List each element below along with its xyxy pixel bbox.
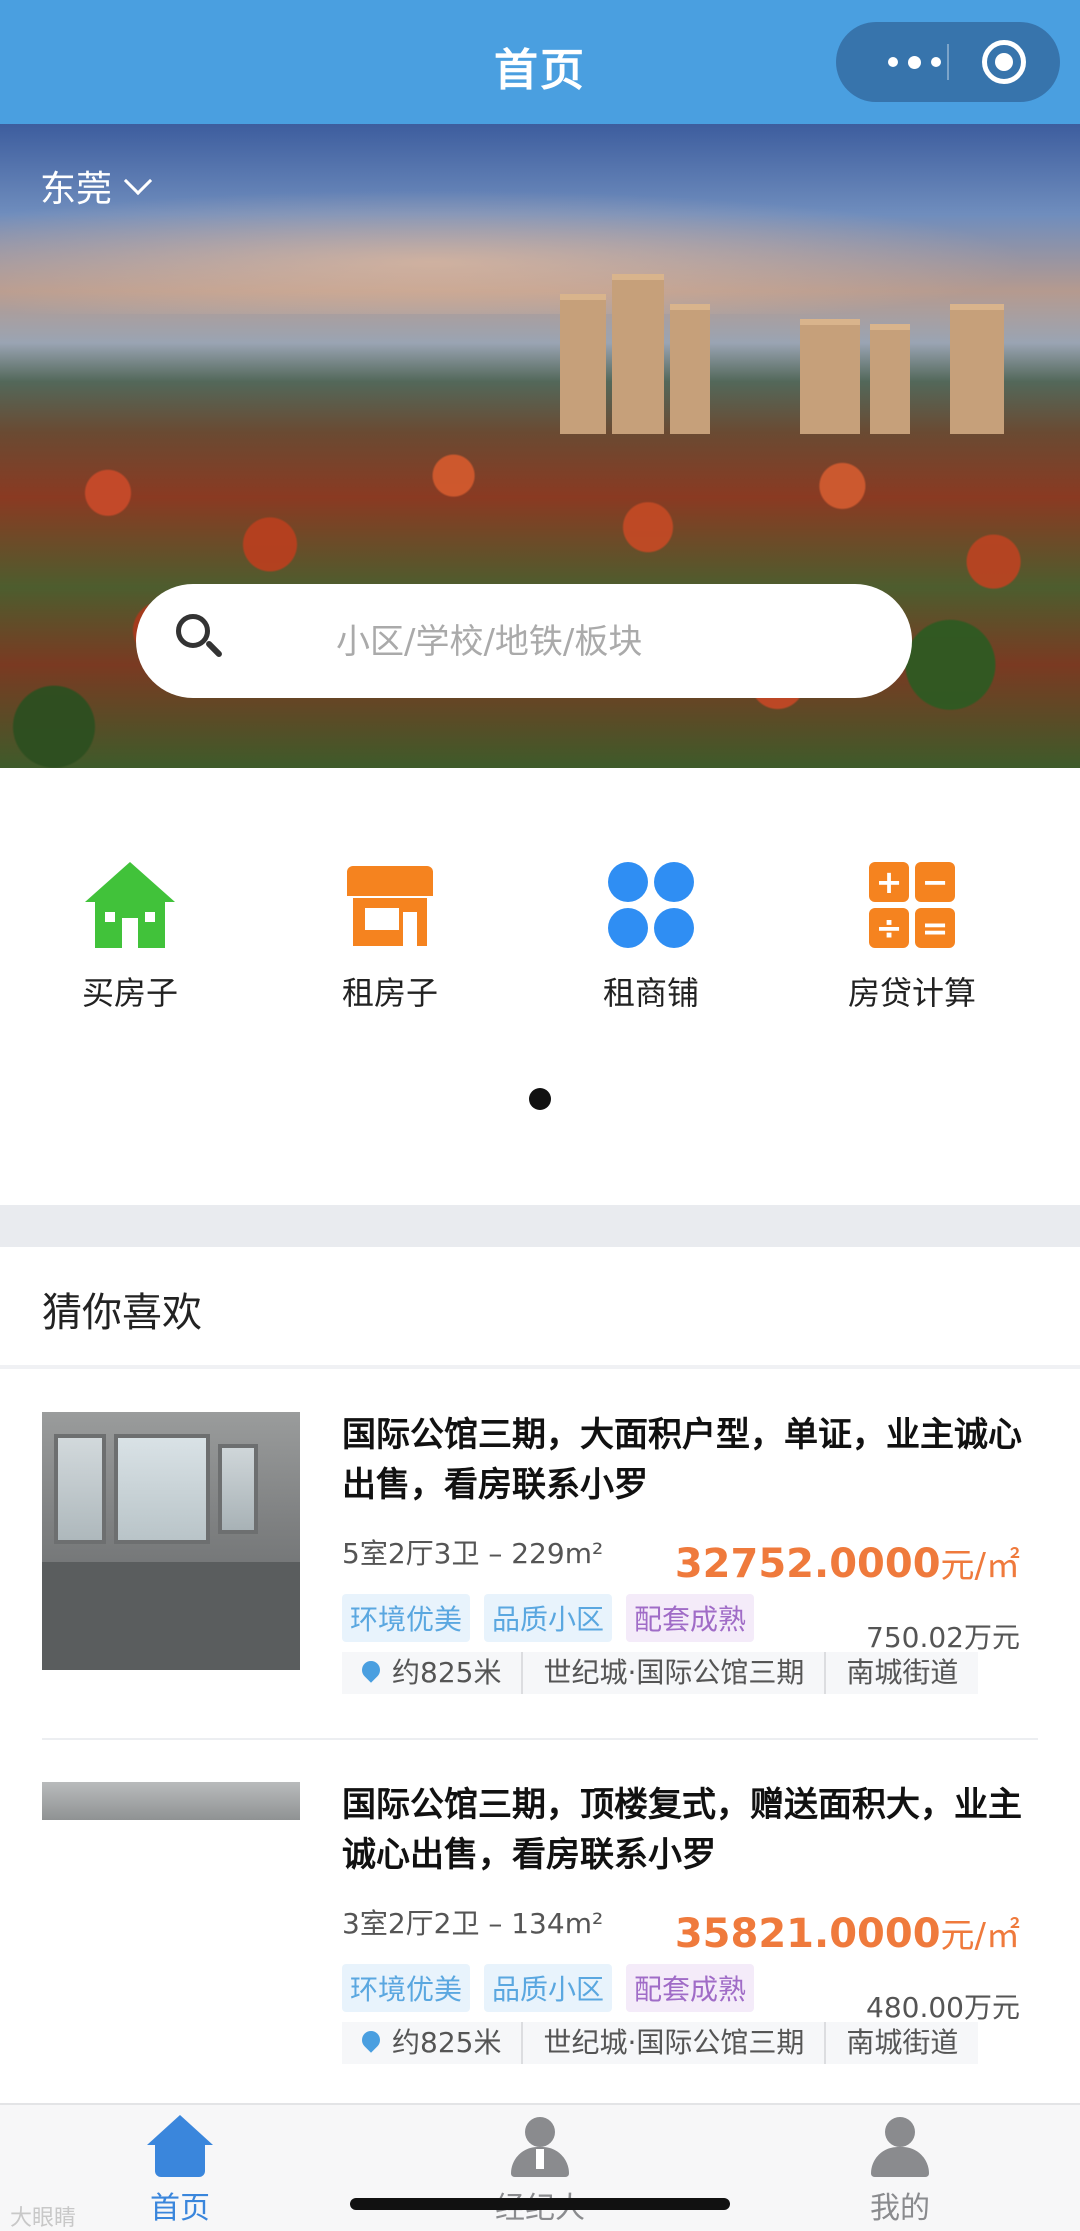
listing-community: 世纪城·国际公馆三期 [523,1652,827,1694]
listing-total-price: 480.00万元 [866,1991,1020,2024]
agent-icon [505,2115,575,2179]
search-input[interactable] [336,612,856,672]
hero-building [612,274,664,434]
listing-title: 国际公馆三期，顶楼复式，赠送面积大，业主诚心出售，看房联系小罗 [342,1785,1022,1875]
quick-link-label: 租商铺 [602,974,699,1012]
section-divider [0,1205,1080,1247]
listing-community: 世纪城·国际公馆三期 [523,2022,827,2064]
shop-icon [345,860,435,950]
city-name: 东莞 [40,169,113,210]
listing-unit-price: 35821.0000元/㎡ [674,1911,1020,1957]
listing-district: 南城街道 [846,2026,959,2059]
home-icon [145,2115,215,2179]
recommend-section-title: 猜你喜欢 [42,1290,202,1336]
listing-total-price: 750.02万元 [866,1621,1020,1654]
listing-district: 南城街道 [846,1656,959,1689]
hero-building [560,294,606,434]
listing-spec: 3室2厅2卫 – 134m² [342,1907,604,1940]
chevron-down-icon [123,166,153,196]
top-navigation-bar: 首页 [0,0,1080,124]
quick-link-mortgage-calculator[interactable]: + − ÷ = 房贷计算 [802,860,1022,1014]
listing-tag: 环境优美 [342,1594,471,1642]
hero-building [800,319,860,434]
listing-divider [42,1738,1038,1740]
more-dot-icon [907,55,921,69]
listing-tag: 配套成熟 [626,1964,755,2012]
quick-links: 买房子 租房子 租商铺 + − ÷ = 房贷计算 [0,860,1080,1060]
hero-building [670,304,710,434]
listing-tag: 品质小区 [484,1594,613,1642]
quick-link-label: 买房子 [81,974,178,1012]
hero-building [870,324,910,434]
more-menu-button[interactable] [874,44,954,80]
listing-unit-price: 32752.0000元/㎡ [674,1541,1020,1587]
section-divider-line [0,1365,1080,1369]
bottom-tab-bar: 首页 经纪人 我的 [0,2103,1080,2231]
listing-tags: 环境优美 品质小区 配套成熟 [342,1964,755,2012]
watermark-text: 大眼睛 [10,2206,77,2231]
capsule-divider [947,44,949,80]
tab-agent[interactable]: 经纪人 [440,2115,640,2227]
listing-card[interactable]: 国际公馆三期，顶楼复式，赠送面积大，业主诚心出售，看房联系小罗 3室2厅2卫 –… [0,1780,1080,2100]
listing-tag: 配套成熟 [626,1594,755,1642]
search-icon [176,614,224,659]
quick-link-rent-shop[interactable]: 租商铺 [541,860,761,1014]
listing-tag: 环境优美 [342,1964,471,2012]
listing-thumbnail [42,1412,300,1670]
listing-distance: 约825米 [342,2022,524,2064]
more-dot-icon [887,57,898,67]
house-icon [85,860,175,950]
listing-thumbnail [42,1782,300,1820]
calculator-icon: + − ÷ = [867,860,957,950]
carousel-page-indicator [529,1088,551,1110]
grid-icon [606,860,696,950]
search-bar[interactable] [136,584,912,698]
more-dot-icon [930,57,941,67]
listing-card[interactable]: 国际公馆三期，大面积户型，单证，业主诚心出售，看房联系小罗 5室2厅3卫 – 2… [0,1410,1080,1740]
mini-program-capsule [836,22,1060,102]
quick-link-label: 房贷计算 [847,974,976,1012]
tab-label: 首页 [150,2191,210,2226]
listing-location-info: 约825米 世纪城·国际公馆三期 南城街道 [342,1652,979,1694]
tab-home[interactable]: 首页 [80,2115,280,2227]
listing-tag: 品质小区 [484,1964,613,2012]
listing-title: 国际公馆三期，大面积户型，单证，业主诚心出售，看房联系小罗 [342,1415,1022,1505]
hero-banner: 东莞 [0,124,1080,768]
hero-building [950,304,1004,434]
listing-distance: 约825米 [342,1652,524,1694]
quick-link-rent-house[interactable]: 租房子 [280,860,500,1014]
tab-mine[interactable]: 我的 [800,2115,1000,2227]
profile-icon [865,2115,935,2179]
listing-tags: 环境优美 品质小区 配套成熟 [342,1594,755,1642]
location-pin-icon [358,1657,384,1683]
close-mini-program-icon[interactable] [982,40,1026,84]
tab-label: 我的 [870,2191,930,2226]
listing-spec: 5室2厅3卫 – 229m² [342,1537,604,1570]
home-indicator [350,2198,730,2210]
city-selector[interactable]: 东莞 [40,160,153,212]
hero-sky [0,184,1080,314]
location-pin-icon [358,2027,384,2053]
quick-link-buy-house[interactable]: 买房子 [20,860,240,1014]
listing-location-info: 约825米 世纪城·国际公馆三期 南城街道 [342,2022,979,2064]
quick-link-label: 租房子 [341,974,438,1012]
